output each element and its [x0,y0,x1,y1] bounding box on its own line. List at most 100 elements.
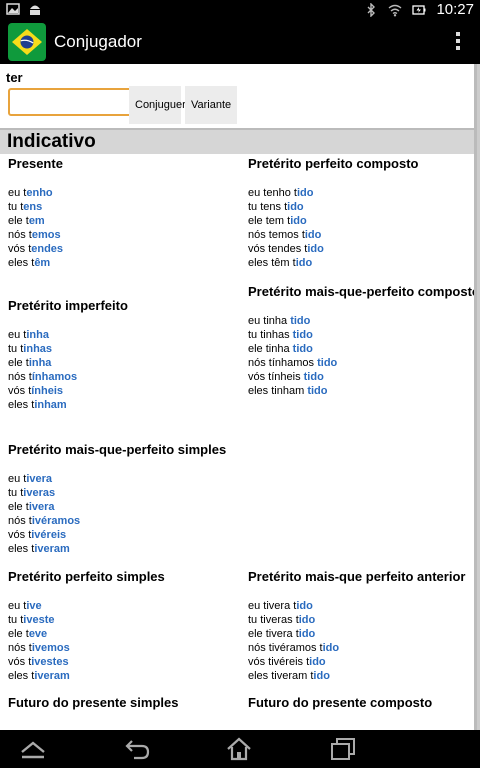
conjugation-subject: tu [8,487,21,499]
tense-title: Pretérito mais-que perfeito anterior [248,569,466,584]
conjugation-row: eu tivera [8,472,240,486]
conjugate-button[interactable]: Conjuguer [129,86,186,124]
conjugation-ending: ens [23,201,43,213]
conjugation-ending: ido [307,243,324,255]
conjugation-subject: ele tinha [248,343,293,355]
tense-block: Futuro do presente composto [248,695,477,725]
conjugation-row: nós tivemos [8,641,240,655]
tense-title: Pretérito perfeito composto [248,156,419,171]
tense-title: Presente [8,156,63,171]
android-notification-icon [30,5,40,15]
conjugation-subject: eles tiveram [248,670,311,682]
conjugation-ending: ivera [26,473,53,485]
conjugation-row: nós temos tido [248,228,477,242]
conjugation-row: nós tivéramos tido [248,641,477,655]
conjugation-ending: ido [313,670,330,682]
conjugation-subject: vós tendes [248,243,305,255]
conjugation-row: ele tivera tido [248,627,477,641]
hide-keyboard-icon[interactable] [18,736,48,762]
conjugation-subject: ele [8,628,26,640]
conjugation-ending: ido [296,187,314,199]
conjugation-row: eu tive [8,599,240,613]
conjugation-row: nós tínhamos [8,370,240,384]
tense-block: Presente eu tenho tu tens ele tem nós temos v… [8,156,240,270]
conjugation-list: eu tivera tido tu tiveras tido ele tivera … [248,599,477,683]
tense-block: Pretérito mais-que perfeito anterior eu t… [248,569,477,683]
conjugation-subject: ele [8,215,26,227]
conjugation-ending: ivéramos [31,515,81,527]
conjugation-row: nós tivéramos [8,514,240,528]
conjugation-ending: ido [295,257,313,269]
conjugation-subject: eles [8,399,32,411]
conjugation-ending: eve [28,628,48,640]
conjugation-row: eu tenho [8,186,240,200]
conjugation-row: vós tivestes [8,655,240,669]
conjugation-ending: ido [309,656,326,668]
tense-title: Futuro do presente simples [8,695,179,710]
conjugation-row: eu tinha [8,328,240,342]
conjugation-row: vós tivéreis [8,528,240,542]
back-icon[interactable] [122,736,152,762]
variant-button[interactable]: Variante [185,86,237,124]
tense-title: Futuro do presente composto [248,695,433,710]
conjugation-row: eles tiveram [8,542,240,556]
app-title: Conjugador [54,32,142,51]
conjugation-subject: vós tivéreis [248,656,307,668]
conjugation-row: eles tiveram tido [248,669,477,683]
conjugation-ending: tido [290,315,311,327]
home-icon[interactable] [224,736,254,762]
conjugation-row: ele tem tido [248,214,477,228]
conjugation-row: ele tinha [8,356,240,370]
conjugation-subject: vós [8,243,29,255]
bluetooth-icon [367,2,376,17]
tense-block: Pretérito imperfeito eu tinha tu tinhas ele… [8,298,240,412]
conjugation-subject: tu [8,343,21,355]
scrollbar[interactable] [474,64,477,730]
conjugation-ending: ido [296,600,313,612]
conjugation-row: tu tens tido [248,200,477,214]
verb-input[interactable] [8,88,134,116]
conjugation-subject: nós [8,229,29,241]
conjugation-subject: nós [8,371,29,383]
conjugation-row: eu tivera tido [248,599,477,613]
conjugation-subject: nós temos [248,229,302,241]
wifi-icon [389,4,402,16]
conjugation-ending: ivera [28,501,55,513]
overflow-menu-button[interactable] [454,32,462,52]
conjugation-subject: eu tinha [248,315,291,327]
conjugation-list: eu tinha tido tu tinhas tido ele tinha tid… [248,314,477,398]
conjugation-ending: tido [303,371,324,383]
conjugation-ending: inhas [23,343,53,355]
tense-block: Pretérito perfeito composto eu tenho tido… [248,156,477,270]
conjugation-ending: inha [28,357,52,369]
conjugation-ending: ido [298,614,316,626]
conjugation-ending: ido [290,215,307,227]
conjugation-list: eu tive tu tiveste ele teve nós tivemos vós … [8,599,240,683]
conjugation-row: vós tínheis [8,384,240,398]
conjugation-ending: tido [307,385,328,397]
tense-title: Pretérito perfeito simples [8,569,165,584]
conjugation-subject: eles [8,257,32,269]
conjugation-subject: tu tens [248,201,285,213]
conjugation-ending: enho [26,187,53,199]
conjugation-ending: tido [317,357,338,369]
recent-apps-icon[interactable] [328,736,358,762]
conjugation-subject: vós [8,656,29,668]
brazil-flag-icon [8,23,46,61]
conjugation-row: nós temos [8,228,240,242]
conjugation-ending: êm [34,257,51,269]
conjugation-row: ele tivera [8,500,240,514]
conjugation-ending: em [28,215,45,227]
conjugation-subject: eles têm [248,257,293,269]
tense-block: Pretérito perfeito simples eu tive tu tive… [8,569,240,683]
conjugation-row: ele tem [8,214,240,228]
conjugation-ending: ido [322,642,340,654]
conjugation-row: eu tenho tido [248,186,477,200]
conjugation-ending: iveram [34,670,70,682]
conjugation-subject: eles [8,670,32,682]
conjugation-ending: iveste [23,614,55,626]
conjugation-list: eu tenho tido tu tens tido ele tem tido nós… [248,186,477,270]
tense-block: Futuro do presente simples [8,695,240,725]
conjugation-subject: tu [8,614,21,626]
conjugation-row: nós tínhamos tido [248,356,477,370]
